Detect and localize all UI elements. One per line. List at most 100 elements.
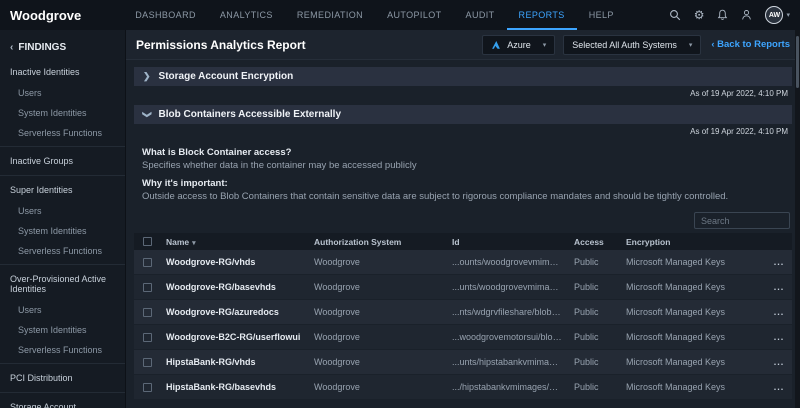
sidebar-item-super-identities-serverless-functions[interactable]: Serverless Functions (0, 241, 125, 261)
table-row[interactable]: Woodgrove-RG/basevhds Woodgrove ...unts/wo… (134, 275, 792, 300)
row-encryption: Microsoft Managed Keys (626, 382, 726, 392)
section-storage-account-encryption[interactable]: ❯ Storage Account Encryption (134, 67, 792, 86)
row-access: Public (574, 332, 599, 342)
row-menu-button[interactable]: ... (774, 357, 785, 367)
column-header-access[interactable]: Access (568, 237, 620, 247)
row-checkbox[interactable] (142, 282, 152, 292)
sidebar: ‹ FINDINGS Inactive Identities Users Syste… (0, 30, 126, 408)
auth-systems-dropdown[interactable]: Selected All Auth Systems ▾ (563, 34, 702, 55)
row-authorization-system: Woodgrove (314, 282, 360, 292)
row-name: Woodgrove-B2C-RG/userflowui (166, 332, 301, 342)
blob-containers-table: Name ▾ Authorization System Id Access Enc… (134, 233, 792, 400)
table-row[interactable]: Woodgrove-RG/azuredocs Woodgrove ...nts/wd… (134, 300, 792, 325)
back-to-reports-link[interactable]: ‹ Back to Reports (711, 39, 790, 50)
table-row[interactable]: HipstaBank-RG/vhds Woodgrove ...unts/hipst… (134, 350, 792, 375)
nav-item-help[interactable]: HELP (577, 0, 626, 30)
row-checkbox[interactable] (142, 257, 152, 267)
row-menu-button[interactable]: ... (774, 257, 785, 267)
top-nav: DASHBOARD ANALYTICS REMEDIATION AUTOPILOT AU… (123, 0, 626, 30)
sidebar-title[interactable]: ‹ FINDINGS (0, 36, 125, 61)
section-description: What is Block Container access? Specifie… (142, 140, 784, 202)
row-id: ...unts/hipstabankvmimages/blobServices/… (452, 357, 568, 367)
row-authorization-system: Woodgrove (314, 357, 360, 367)
scrollbar-thumb[interactable] (796, 36, 799, 88)
nav-item-analytics[interactable]: ANALYTICS (208, 0, 285, 30)
sidebar-item-super-identities-users[interactable]: Users (0, 201, 125, 221)
chevron-down-icon: ❯ (142, 110, 153, 119)
table-row[interactable]: Woodgrove-RG/vhds Woodgrove ...ounts/woodg… (134, 250, 792, 275)
row-name: HipstaBank-RG/vhds (166, 357, 256, 367)
row-menu-button[interactable]: ... (774, 307, 785, 317)
row-authorization-system: Woodgrove (314, 332, 360, 342)
sidebar-group-over-provisioned-active-identities[interactable]: Over-Provisioned Active Identities (0, 268, 125, 300)
search-row (136, 212, 790, 229)
sidebar-group-inactive-identities[interactable]: Inactive Identities (0, 61, 125, 83)
page-scrollbar (795, 30, 800, 408)
brand-logo[interactable]: Woodgrove (10, 8, 81, 23)
row-menu-button[interactable]: ... (774, 332, 785, 342)
question-heading: What is Block Container access? (142, 147, 292, 158)
table-row[interactable]: Woodgrove-B2C-RG/userflowui Woodgrove ...w… (134, 325, 792, 350)
search-icon[interactable] (669, 9, 681, 21)
sidebar-divider (0, 363, 125, 364)
sidebar-title-label: FINDINGS (18, 42, 67, 53)
row-name: Woodgrove-RG/azuredocs (166, 307, 279, 317)
row-checkbox[interactable] (142, 307, 152, 317)
table-search-input[interactable] (694, 212, 790, 229)
nav-item-dashboard[interactable]: DASHBOARD (123, 0, 208, 30)
sidebar-item-inactive-identities-system-identities[interactable]: System Identities (0, 103, 125, 123)
sort-caret-icon: ▾ (192, 239, 196, 247)
row-encryption: Microsoft Managed Keys (626, 307, 726, 317)
row-checkbox[interactable] (142, 382, 152, 392)
row-encryption: Microsoft Managed Keys (626, 357, 726, 367)
nav-item-audit[interactable]: AUDIT (454, 0, 507, 30)
sidebar-item-over-provisioned-active-identities-system-identities[interactable]: System Identities (0, 320, 125, 340)
user-menu[interactable]: AW ▾ (765, 6, 790, 24)
sidebar-group-inactive-groups[interactable]: Inactive Groups (0, 150, 125, 172)
gear-icon[interactable]: ⚙ (694, 9, 705, 21)
row-checkbox[interactable] (142, 332, 152, 342)
chevron-down-icon: ▾ (786, 12, 790, 19)
sidebar-item-super-identities-system-identities[interactable]: System Identities (0, 221, 125, 241)
header-checkbox-cell (134, 237, 160, 246)
section-title: Blob Containers Accessible Externally (158, 109, 342, 120)
sidebar-item-over-provisioned-active-identities-users[interactable]: Users (0, 300, 125, 320)
bell-icon[interactable] (717, 9, 728, 21)
chevron-down-icon: ▾ (688, 41, 693, 49)
sidebar-nav: Inactive Identities Users System Identitie… (0, 61, 125, 408)
storage-as-of-timestamp: As of 19 Apr 2022, 4:10 PM (690, 89, 788, 98)
sidebar-item-inactive-identities-users[interactable]: Users (0, 83, 125, 103)
question-body: Specifies whether data in the container … (142, 160, 417, 171)
row-access: Public (574, 257, 599, 267)
sidebar-item-inactive-identities-serverless-functions[interactable]: Serverless Functions (0, 123, 125, 143)
row-access: Public (574, 307, 599, 317)
row-id: ...nts/wdgrvfileshare/blobServices/defau… (452, 307, 568, 317)
row-menu-button[interactable]: ... (774, 282, 785, 292)
row-id: ...woodgrovemotorsui/blobServices/defaul… (452, 332, 568, 342)
nav-item-reports[interactable]: REPORTS (507, 0, 577, 30)
system-type-dropdown[interactable]: Azure ▾ (482, 34, 556, 55)
nav-item-autopilot[interactable]: AUTOPILOT (375, 0, 453, 30)
importance-body: Outside access to Blob Containers that c… (142, 191, 729, 202)
column-header-encryption[interactable]: Encryption (620, 237, 766, 247)
page-title: Permissions Analytics Report (136, 37, 306, 52)
table-body: Woodgrove-RG/vhds Woodgrove ...ounts/woodg… (134, 250, 792, 400)
row-menu-button[interactable]: ... (774, 382, 785, 392)
row-checkbox[interactable] (142, 357, 152, 367)
row-authorization-system: Woodgrove (314, 257, 360, 267)
column-header-id[interactable]: Id (446, 237, 568, 247)
avatar[interactable]: AW (765, 6, 784, 24)
auth-systems-value: Selected All Auth Systems (572, 39, 677, 50)
sidebar-group-super-identities[interactable]: Super Identities (0, 179, 125, 201)
chevron-down-icon: ▾ (542, 41, 547, 49)
column-header-authorization-system[interactable]: Authorization System (308, 237, 446, 247)
sidebar-item-over-provisioned-active-identities-serverless-functions[interactable]: Serverless Functions (0, 340, 125, 360)
sidebar-group-pci-distribution[interactable]: PCI Distribution (0, 367, 125, 389)
nav-item-remediation[interactable]: REMEDIATION (285, 0, 375, 30)
select-all-checkbox[interactable] (142, 237, 152, 246)
sidebar-group-storage-account-encryption[interactable]: Storage Account Encryption (0, 396, 125, 408)
column-header-name[interactable]: Name ▾ (160, 237, 308, 247)
table-row[interactable]: HipstaBank-RG/basevhds Woodgrove .../hipst… (134, 375, 792, 400)
section-blob-containers[interactable]: ❯ Blob Containers Accessible Externally (134, 105, 792, 124)
profile-icon[interactable] (741, 9, 752, 21)
